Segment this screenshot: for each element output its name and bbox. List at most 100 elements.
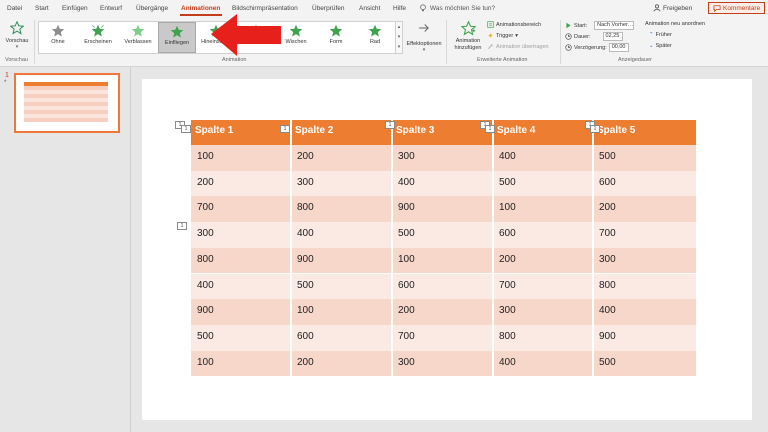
comments-button[interactable]: Kommentare — [708, 2, 766, 14]
animation-pane-button[interactable]: Animationsbereich — [487, 21, 541, 28]
table-cell[interactable]: 200 — [392, 299, 493, 325]
effect-options-button[interactable]: Effektoptionen ▾ — [406, 21, 442, 53]
tab-uebergaenge[interactable]: Übergänge — [136, 5, 168, 12]
table-cell[interactable]: 400 — [392, 171, 493, 197]
table-cell[interactable]: 900 — [593, 325, 696, 351]
table-cell[interactable]: 500 — [291, 274, 392, 300]
gallery-item-einfliegen[interactable]: Einfliegen — [158, 22, 196, 53]
table-header-cell[interactable]: Spalte 2 — [291, 120, 392, 145]
delay-row: Verzögerung: 00,00 — [565, 43, 629, 52]
table-cell[interactable]: 600 — [593, 171, 696, 197]
gallery-label: Form — [329, 39, 343, 45]
table-cell[interactable]: 400 — [191, 274, 291, 300]
table-header-cell[interactable]: Spalte 4 — [493, 120, 593, 145]
table-cell[interactable]: 500 — [191, 325, 291, 351]
table-cell[interactable]: 100 — [291, 299, 392, 325]
gallery-item-form[interactable]: Form — [317, 22, 355, 53]
table-cell[interactable]: 100 — [191, 351, 291, 377]
table-cell[interactable]: 800 — [493, 325, 593, 351]
column-gap — [290, 120, 292, 376]
tab-hilfe[interactable]: Hilfe — [393, 5, 406, 12]
table-cell[interactable]: 200 — [493, 248, 593, 274]
add-animation-star-icon — [459, 20, 477, 36]
table-cell[interactable]: 500 — [593, 145, 696, 171]
star-green-icon — [329, 24, 343, 37]
animation-order-tag[interactable]: 1 — [385, 121, 395, 129]
table-cell[interactable]: 400 — [493, 351, 593, 377]
gallery-item-erscheinen[interactable]: Erscheinen — [79, 22, 117, 53]
table-cell[interactable]: 600 — [291, 325, 392, 351]
data-table[interactable]: Spalte 1 Spalte 2 Spalte 3 Spalte 4 Spalte 5… — [191, 120, 696, 377]
animation-order-tag[interactable]: 1 — [181, 125, 191, 133]
tab-einfuegen[interactable]: Einfügen — [62, 5, 88, 12]
animation-order-tag[interactable]: 1 — [177, 222, 187, 230]
reorder-heading: Animation neu anordnen — [645, 21, 705, 27]
table-cell[interactable]: 600 — [493, 222, 593, 248]
table-cell[interactable]: 300 — [493, 299, 593, 325]
duration-input[interactable]: 02,25 — [602, 32, 623, 41]
table-cell[interactable]: 700 — [593, 222, 696, 248]
table-cell[interactable]: 300 — [392, 351, 493, 377]
table-header-cell[interactable]: Spalte 1 — [191, 120, 291, 145]
tab-bildschirmpraesentation[interactable]: Bildschirmpräsentation — [232, 5, 298, 12]
animation-order-tag[interactable]: 1 — [485, 125, 495, 133]
animation-order-tag[interactable]: 1 — [590, 125, 600, 133]
preview-button[interactable]: Vorschau ▾ — [4, 20, 30, 50]
move-later-button[interactable]: ⌄ Später — [649, 43, 672, 49]
animation-order-tag[interactable]: 1 — [280, 125, 290, 133]
table-cell[interactable]: 100 — [392, 248, 493, 274]
gallery-scroll[interactable]: ▴ ▾ ▾ — [396, 21, 403, 54]
table-cell[interactable]: 800 — [593, 274, 696, 300]
table-cell[interactable]: 700 — [392, 325, 493, 351]
gallery-item-rad[interactable]: Rad — [356, 22, 394, 53]
share-button[interactable]: Freigeben — [653, 4, 692, 12]
table-cell[interactable]: 700 — [191, 196, 291, 222]
table-cell[interactable]: 100 — [191, 145, 291, 171]
table-cell[interactable]: 500 — [493, 171, 593, 197]
gallery-item-verblassen[interactable]: Verblassen — [119, 22, 157, 53]
table-cell[interactable]: 600 — [392, 274, 493, 300]
table-cell[interactable]: 200 — [191, 171, 291, 197]
delay-input[interactable]: 00,00 — [608, 43, 629, 52]
group-separator — [560, 20, 561, 64]
table-cell[interactable]: 800 — [191, 248, 291, 274]
table-cell[interactable]: 300 — [593, 248, 696, 274]
tell-me-search[interactable]: Was möchten Sie tun? — [419, 4, 495, 12]
table-cell[interactable]: 500 — [392, 222, 493, 248]
table-cell[interactable]: 900 — [392, 196, 493, 222]
add-animation-button[interactable]: Animation hinzufügen — [450, 20, 486, 51]
trigger-button[interactable]: Trigger ▾ — [487, 32, 518, 39]
table-cell[interactable]: 700 — [493, 274, 593, 300]
tab-datei[interactable]: Datei — [7, 5, 22, 12]
table-cell[interactable]: 800 — [291, 196, 392, 222]
move-earlier-button[interactable]: ⌃ Früher — [649, 32, 672, 38]
animation-star-marker: * — [4, 80, 7, 86]
tab-animationen[interactable]: Animationen — [181, 5, 220, 12]
arrow-right-icon — [419, 24, 429, 32]
slide-thumbnail[interactable] — [14, 73, 120, 133]
table-cell[interactable]: 400 — [493, 145, 593, 171]
table-header-cell[interactable]: Spalte 3 — [392, 120, 493, 145]
table-cell[interactable]: 400 — [593, 299, 696, 325]
search-text: Was möchten Sie tun? — [430, 4, 496, 12]
start-select[interactable]: Nach Vorher… — [594, 21, 635, 30]
table-cell[interactable]: 300 — [191, 222, 291, 248]
table-cell[interactable]: 300 — [392, 145, 493, 171]
table-cell[interactable]: 500 — [593, 351, 696, 377]
table-cell[interactable]: 300 — [291, 171, 392, 197]
clock-icon — [565, 33, 572, 40]
table-cell[interactable]: 900 — [191, 299, 291, 325]
slide-canvas[interactable]: Spalte 1 Spalte 2 Spalte 3 Spalte 4 Spalte 5… — [142, 79, 752, 420]
table-cell[interactable]: 100 — [493, 196, 593, 222]
table-cell[interactable]: 400 — [291, 222, 392, 248]
tab-entwurf[interactable]: Entwurf — [100, 5, 122, 12]
table-cell[interactable]: 900 — [291, 248, 392, 274]
table-cell[interactable]: 200 — [291, 145, 392, 171]
tab-start[interactable]: Start — [35, 5, 49, 12]
table-header-cell[interactable]: Spalte 5 — [593, 120, 696, 145]
table-cell[interactable]: 200 — [593, 196, 696, 222]
gallery-item-ohne[interactable]: Ohne — [39, 22, 77, 53]
tab-ueberpruefen[interactable]: Überprüfen — [312, 5, 345, 12]
tab-ansicht[interactable]: Ansicht — [359, 5, 380, 12]
table-cell[interactable]: 200 — [291, 351, 392, 377]
